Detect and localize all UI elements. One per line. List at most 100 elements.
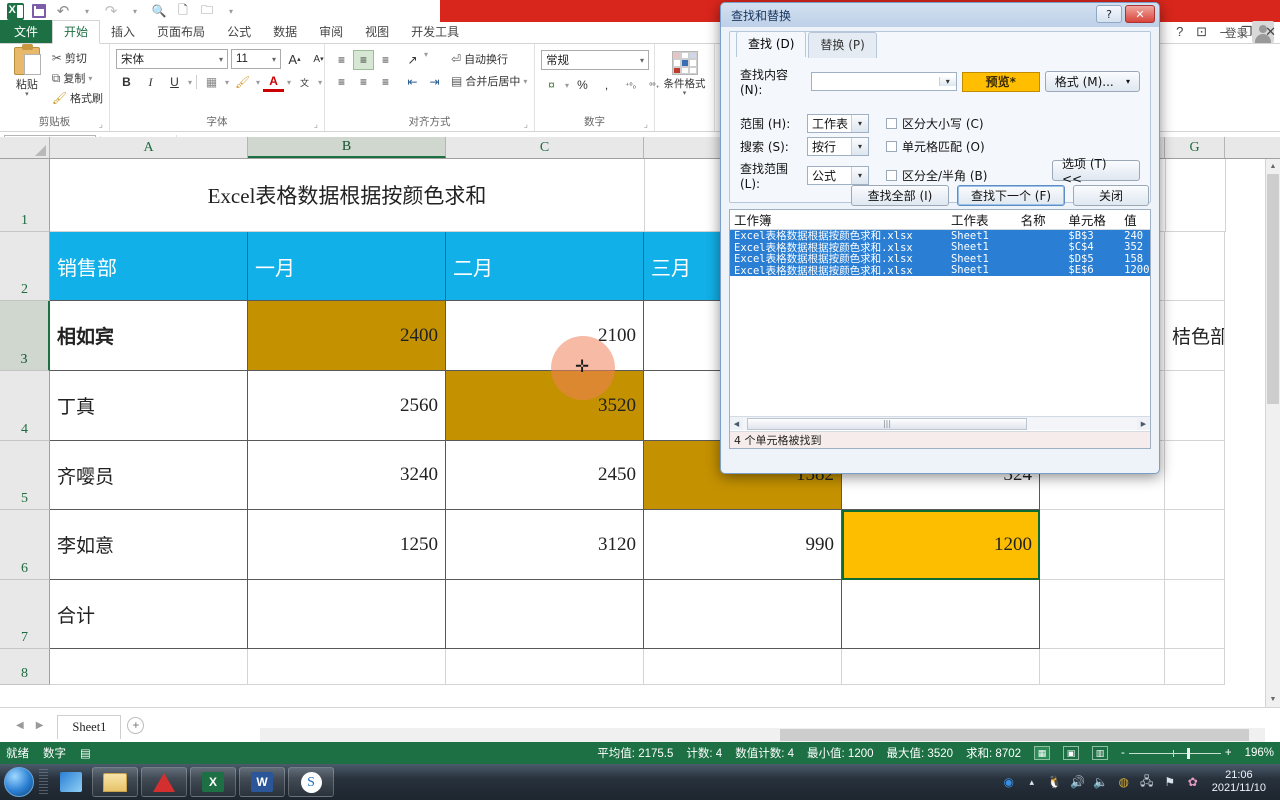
grow-font-button[interactable]: A ▴: [284, 49, 305, 69]
align-center-icon[interactable]: ≡: [353, 72, 374, 92]
cell-b8[interactable]: [248, 649, 446, 685]
copy-dropdown-icon[interactable]: ▾: [88, 74, 92, 83]
increase-indent-icon[interactable]: ⇥: [424, 72, 445, 92]
zoom-out-button[interactable]: -: [1121, 747, 1125, 759]
cell-g8[interactable]: [1165, 649, 1225, 685]
normal-view-icon[interactable]: ▦: [1034, 746, 1051, 760]
tray-flower-icon[interactable]: ✿: [1185, 774, 1201, 790]
preview-button[interactable]: 预览*: [961, 71, 1040, 92]
match-case-checkbox[interactable]: 区分大小写 (C): [886, 115, 984, 132]
options-button[interactable]: 选项 (T) <<: [1052, 157, 1140, 186]
borders-icon[interactable]: ▦: [201, 72, 222, 92]
column-header-c[interactable]: C: [446, 137, 644, 158]
cell-g4[interactable]: [1165, 371, 1225, 441]
align-left-icon[interactable]: ≡: [331, 72, 352, 92]
align-right-icon[interactable]: ≡: [375, 72, 396, 92]
chevron-down-icon[interactable]: ▾: [851, 167, 868, 184]
format-dropdown-icon[interactable]: ▾: [1126, 77, 1130, 86]
select-all-corner[interactable]: [0, 137, 50, 158]
cell-a6[interactable]: 李如意: [50, 510, 248, 580]
taskbar-sogou-icon[interactable]: S: [288, 767, 334, 797]
page-layout-view-icon[interactable]: ▣: [1063, 746, 1080, 760]
sheet-prev-icon[interactable]: ◀: [16, 720, 24, 731]
cell-b5[interactable]: 3240: [248, 441, 446, 510]
cell-c5[interactable]: 2450: [446, 441, 644, 510]
cell-b2-header[interactable]: 一月: [248, 232, 446, 301]
results-scroll-thumb[interactable]: |||: [747, 417, 1027, 430]
font-size-combo[interactable]: 11 ▾: [231, 49, 281, 69]
row-header-6[interactable]: 6: [0, 510, 50, 580]
currency-icon[interactable]: ¤: [541, 75, 562, 95]
cell-b3[interactable]: 2400: [248, 301, 446, 371]
cell-d7[interactable]: [644, 580, 842, 649]
align-top-icon[interactable]: ≡: [331, 50, 352, 70]
checkbox-icon[interactable]: [886, 170, 897, 181]
italic-button[interactable]: I: [140, 72, 161, 92]
close-button[interactable]: ✕: [1265, 24, 1276, 40]
redo-icon[interactable]: ↷: [100, 1, 122, 21]
tab-insert[interactable]: 插入: [100, 21, 146, 43]
align-middle-icon[interactable]: ≡: [353, 50, 374, 70]
cell-a2-header[interactable]: 销售部: [50, 232, 248, 301]
search-order-select[interactable]: 按行 ▾: [807, 137, 869, 156]
tab-file[interactable]: 文件: [0, 20, 53, 43]
tab-page-layout[interactable]: 页面布局: [146, 21, 216, 43]
cut-button[interactable]: ✂ 剪切: [52, 49, 103, 67]
undo-dropdown-icon[interactable]: ▾: [76, 1, 98, 21]
tray-network-icon[interactable]: 🖧: [1139, 774, 1155, 790]
number-format-combo[interactable]: 常规 ▾: [541, 50, 649, 70]
cell-c3[interactable]: 2100: [446, 301, 644, 371]
taskbar-explorer-icon[interactable]: [92, 767, 138, 797]
cell-b7[interactable]: [248, 580, 446, 649]
match-entire-checkbox[interactable]: 单元格匹配 (O): [886, 138, 985, 155]
zoom-in-button[interactable]: +: [1225, 747, 1232, 759]
results-scroll-left-icon[interactable]: ◀: [730, 420, 743, 428]
row-header-5[interactable]: 5: [0, 441, 50, 510]
row-header-4[interactable]: 4: [0, 371, 50, 441]
merge-center-button[interactable]: ▤ 合并后居中 ▾: [451, 72, 527, 90]
cell-a4[interactable]: 丁真: [50, 371, 248, 441]
sheet-tab-sheet1[interactable]: Sheet1: [57, 715, 122, 739]
col-workbook[interactable]: 工作簿: [730, 210, 947, 229]
merge-dropdown-icon[interactable]: ▾: [523, 77, 527, 86]
checkbox-icon[interactable]: [886, 118, 897, 129]
horizontal-scrollbar[interactable]: [260, 728, 1265, 742]
taskbar-excel-icon[interactable]: X: [190, 767, 236, 797]
page-break-view-icon[interactable]: ▥: [1092, 746, 1109, 760]
cell-f7[interactable]: [1040, 580, 1165, 649]
increase-decimal-icon[interactable]: ⁺⁰₀: [620, 75, 641, 95]
cell-e8[interactable]: [842, 649, 1040, 685]
cell-f6[interactable]: [1040, 510, 1165, 580]
col-worksheet[interactable]: 工作表: [947, 210, 1017, 229]
scroll-down-icon[interactable]: ▼: [1266, 692, 1280, 707]
row-header-3[interactable]: 3: [0, 301, 50, 371]
record-macro-icon[interactable]: ▤: [80, 746, 91, 760]
col-name[interactable]: 名称: [1017, 210, 1065, 229]
cell-a1-title[interactable]: Excel表格数据根据按颜色求和: [50, 159, 645, 232]
chevron-down-icon[interactable]: ▾: [851, 138, 868, 155]
tab-replace[interactable]: 替换 (P): [808, 32, 877, 58]
phonetic-dropdown-icon[interactable]: ▾: [318, 78, 322, 87]
paste-dropdown-icon[interactable]: ▾: [25, 90, 29, 98]
show-hidden-icons[interactable]: ▴: [1024, 774, 1040, 790]
redo-dropdown-icon[interactable]: ▾: [124, 1, 146, 21]
row-header-8[interactable]: 8: [0, 649, 50, 685]
tray-help-icon[interactable]: ◉: [1001, 774, 1017, 790]
cell-c8[interactable]: [446, 649, 644, 685]
cell-b4[interactable]: 2560: [248, 371, 446, 441]
chevron-down-icon[interactable]: ▾: [938, 77, 956, 86]
cell-g1[interactable]: [1166, 159, 1226, 232]
vertical-scrollbar[interactable]: ▲ ▼: [1265, 159, 1280, 707]
print-preview-icon[interactable]: 🔍: [148, 1, 170, 21]
underline-dropdown-icon[interactable]: ▾: [188, 78, 192, 87]
restore-button[interactable]: ❐: [1240, 24, 1252, 40]
horizontal-scroll-thumb[interactable]: [780, 729, 1249, 741]
result-row[interactable]: Excel表格数据根据按颜色求和.xlsx Sheet1 $E$6 1200: [730, 264, 1150, 277]
cell-g2[interactable]: [1165, 232, 1225, 301]
tray-volume-icon[interactable]: 🔈: [1093, 774, 1109, 790]
zoom-slider[interactable]: - +: [1121, 747, 1232, 759]
results-horizontal-scrollbar[interactable]: ◀ ||| ▶: [730, 416, 1150, 430]
phonetic-guide-icon[interactable]: 文: [294, 72, 315, 92]
add-sheet-icon[interactable]: +: [127, 716, 145, 734]
cell-a8[interactable]: [50, 649, 248, 685]
